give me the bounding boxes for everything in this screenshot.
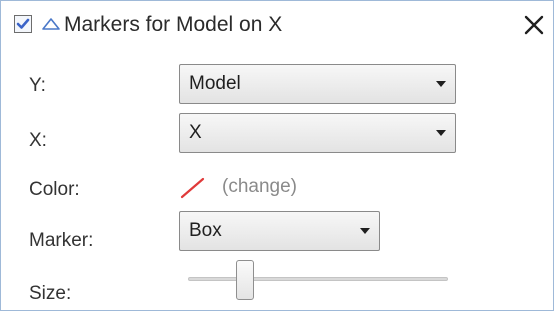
- check-icon: [16, 18, 30, 29]
- y-label: Y:: [29, 75, 46, 96]
- show-markers-checkbox[interactable]: [14, 15, 32, 33]
- panel-header: Markers for Model on X: [1, 1, 553, 51]
- size-label: Size:: [29, 283, 72, 304]
- x-dropdown[interactable]: X: [179, 113, 456, 153]
- markers-panel: Markers for Model on X Y: Model X: X Col…: [0, 0, 554, 311]
- size-slider-thumb[interactable]: [236, 260, 254, 300]
- x-label: X:: [29, 130, 47, 151]
- marker-label: Marker:: [29, 230, 94, 251]
- triangle-up-icon[interactable]: [41, 17, 61, 31]
- x-dropdown-value: X: [189, 122, 202, 143]
- close-icon[interactable]: [523, 14, 545, 36]
- y-dropdown[interactable]: Model: [179, 64, 456, 104]
- size-slider-track[interactable]: [188, 277, 448, 281]
- panel-title: Markers for Model on X: [64, 13, 283, 36]
- marker-dropdown-value: Box: [189, 220, 222, 241]
- chevron-down-icon: [436, 130, 446, 136]
- marker-dropdown[interactable]: Box: [179, 211, 380, 251]
- chevron-down-icon: [436, 81, 446, 87]
- color-label: Color:: [29, 179, 80, 200]
- change-color-link[interactable]: (change): [222, 176, 297, 198]
- y-dropdown-value: Model: [189, 73, 241, 94]
- chevron-down-icon: [360, 228, 370, 234]
- color-swatch-icon[interactable]: [179, 177, 209, 199]
